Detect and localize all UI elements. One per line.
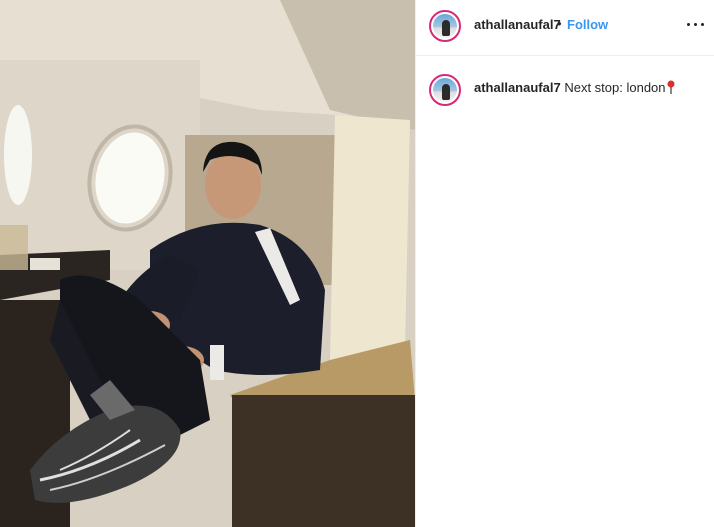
comment-avatar[interactable] xyxy=(429,74,461,106)
more-options-icon[interactable] xyxy=(686,14,706,34)
airplane-cabin-photo xyxy=(0,0,415,527)
post-sidebar: athallanaufal7 • Follow athallanaufal7 N… xyxy=(416,0,714,527)
username-link[interactable]: athallanaufal7 xyxy=(474,17,561,32)
separator-dot: • xyxy=(557,16,562,31)
follow-button[interactable]: Follow xyxy=(567,17,608,32)
comment-text: athallanaufal7 Next stop: london xyxy=(474,80,675,95)
caption-text: Next stop: london xyxy=(564,80,666,95)
comment-username-link[interactable]: athallanaufal7 xyxy=(474,80,561,95)
avatar[interactable] xyxy=(429,10,461,42)
post-photo[interactable] xyxy=(0,0,415,527)
avatar-image xyxy=(433,14,457,38)
avatar-image xyxy=(433,78,457,102)
pin-icon xyxy=(667,80,675,94)
post-header: athallanaufal7 • Follow xyxy=(416,0,714,56)
